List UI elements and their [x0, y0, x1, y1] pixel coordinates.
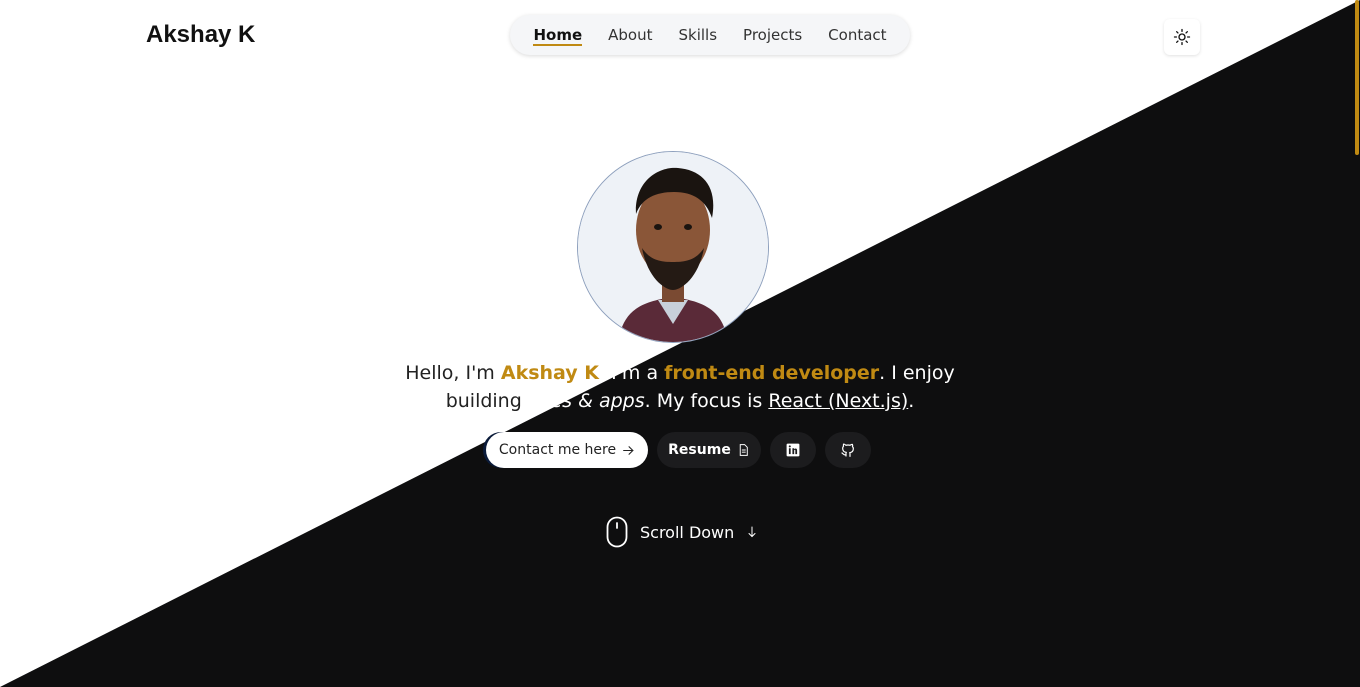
arrow-right-icon	[623, 445, 634, 455]
nav-skills[interactable]: Skills	[666, 15, 731, 55]
hero-actions: Contact me here Resume	[486, 432, 871, 468]
linkedin-icon	[786, 443, 800, 457]
intro-hello: Hello, I'm	[405, 362, 501, 384]
intro-tech: React (Next.js)	[768, 390, 909, 412]
resume-button-label: Resume	[668, 442, 731, 458]
arrow-down-icon	[748, 526, 756, 538]
github-button[interactable]	[825, 432, 871, 468]
intro-end: .	[908, 390, 915, 412]
intro-sites: sites & apps	[527, 390, 645, 412]
intro-name: Akshay K	[500, 362, 599, 384]
profile-avatar	[577, 151, 769, 343]
intro-focus: . My focus is	[644, 390, 769, 412]
intro-after-role: . I enjoy	[879, 362, 955, 384]
scroll-down-link[interactable]: Scroll Down	[606, 516, 758, 548]
linkedin-button[interactable]	[770, 432, 816, 468]
mouse-icon	[606, 516, 628, 548]
github-icon	[841, 443, 854, 457]
contact-button-label: Contact me here	[498, 442, 617, 458]
main-nav: Home About Skills Projects Contact	[510, 15, 910, 55]
diagonal-background	[0, 0, 1360, 687]
scroll-down-label: Scroll Down	[640, 522, 735, 542]
intro-building: building	[445, 390, 528, 412]
hero-intro: Hello, I'm Akshay K. I'm a front-end dev…	[380, 359, 980, 415]
theme-toggle-button[interactable]	[1164, 19, 1200, 55]
resume-button[interactable]: Resume	[657, 432, 761, 468]
nav-contact[interactable]: Contact	[815, 15, 899, 55]
contact-button[interactable]: Contact me here	[486, 432, 648, 468]
nav-projects[interactable]: Projects	[730, 15, 815, 55]
sun-icon	[1173, 28, 1191, 46]
intro-role: front-end developer	[664, 362, 880, 384]
scroll-progress-bar	[1355, 0, 1359, 155]
intro-after-name: . I'm a	[599, 362, 665, 384]
profile-photo	[578, 152, 768, 342]
site-logo[interactable]: Akshay K	[146, 21, 255, 49]
nav-home[interactable]: Home	[520, 15, 595, 55]
nav-about[interactable]: About	[595, 15, 665, 55]
document-icon	[739, 444, 748, 456]
